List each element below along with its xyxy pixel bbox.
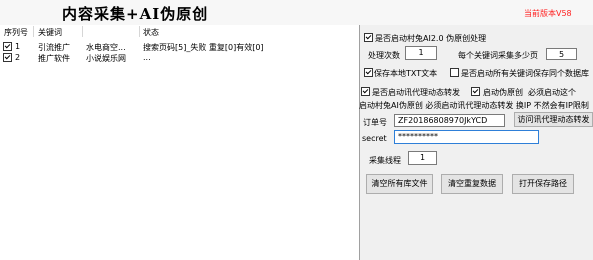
visit-proxy-button[interactable]: 访问讯代理动态转发: [514, 112, 593, 127]
row-keyword: 引流推广: [38, 43, 70, 52]
keyword-pages-label: 每个关键词采集多少页: [458, 51, 538, 60]
version-label: 当前版本V58: [524, 9, 572, 18]
order-label: 订单号: [363, 118, 387, 127]
process-count-input[interactable]: 1: [405, 46, 437, 60]
save-same-file-checkbox[interactable]: [450, 68, 459, 77]
proxy-forward-checkbox[interactable]: [361, 87, 370, 96]
process-count-label: 处理次数: [368, 51, 400, 60]
column-divider[interactable]: [33, 26, 34, 37]
row-keyword: 推广软件: [38, 54, 70, 63]
save-txt-label[interactable]: 保存本地TXT文本: [374, 68, 437, 79]
keyword-pages-input[interactable]: 5: [546, 48, 577, 60]
row-extra: 小说娱乐网: [86, 54, 126, 63]
checkbox-icon[interactable]: [364, 68, 373, 77]
threads-input[interactable]: 1: [408, 151, 437, 165]
row-index: 1: [15, 42, 21, 51]
pseudo-original-label[interactable]: 启动伪原创: [483, 87, 523, 98]
secret-label: secret: [362, 134, 387, 143]
pseudo-original-note: 必须启动这个: [528, 88, 576, 97]
ai-checkbox[interactable]: [364, 33, 373, 42]
order-input[interactable]: ZF20186808970JkYCD: [394, 114, 505, 127]
column-header-index[interactable]: 序列号: [4, 27, 28, 38]
table-row[interactable]: 1 引流推广 水电商空... 搜索页码[5]_失败 重复[0]有效[0]: [0, 42, 359, 52]
secret-input[interactable]: **********: [394, 130, 539, 144]
checkbox-icon[interactable]: [361, 87, 370, 96]
proxy-forward-label[interactable]: 是否启动讯代理动态转发: [372, 87, 460, 98]
table-row[interactable]: 2 推广软件 小说娱乐网 ...: [0, 53, 359, 63]
checkbox-icon[interactable]: [364, 33, 373, 42]
pseudo-original-checkbox[interactable]: [471, 87, 480, 96]
save-same-file-label[interactable]: 是否启动所有关键词保存同个数据库: [461, 68, 593, 79]
row-checkbox[interactable]: [3, 42, 12, 51]
row-status: 搜索页码[5]_失败 重复[0]有效[0]: [143, 43, 264, 52]
row-extra: 水电商空...: [86, 43, 126, 52]
column-header-keyword[interactable]: 关键词: [38, 27, 62, 38]
column-header-status[interactable]: 状态: [143, 27, 159, 38]
open-path-button[interactable]: 打开保存路径: [512, 174, 574, 194]
keyword-list[interactable]: 序列号 关键词 状态 1 引流推广 水电商空... 搜索页码[5]_失败 重复[…: [0, 25, 360, 260]
column-divider[interactable]: [139, 26, 140, 37]
clear-duplicates-button[interactable]: 清空重复数据: [441, 174, 503, 194]
checkbox-icon[interactable]: [471, 87, 480, 96]
save-txt-checkbox[interactable]: [364, 68, 373, 77]
ai-notice: 启动村兔AI伪原创 必须启动讯代理动态转发 换IP 不然会有IP限制: [359, 101, 589, 110]
ai-checkbox-label[interactable]: 是否启动村兔AI2.0 伪原创处理: [375, 33, 486, 44]
row-status: ...: [143, 53, 151, 62]
row-checkbox[interactable]: [3, 53, 12, 62]
checkbox-icon[interactable]: [3, 42, 12, 51]
column-divider[interactable]: [82, 26, 83, 37]
row-index: 2: [15, 53, 21, 62]
threads-label: 采集线程: [369, 156, 401, 165]
app-title: 内容采集+AI伪原创: [62, 5, 209, 23]
clear-files-button[interactable]: 清空所有库文件: [366, 174, 433, 194]
checkbox-icon[interactable]: [3, 53, 12, 62]
checkbox-icon[interactable]: [450, 68, 459, 77]
